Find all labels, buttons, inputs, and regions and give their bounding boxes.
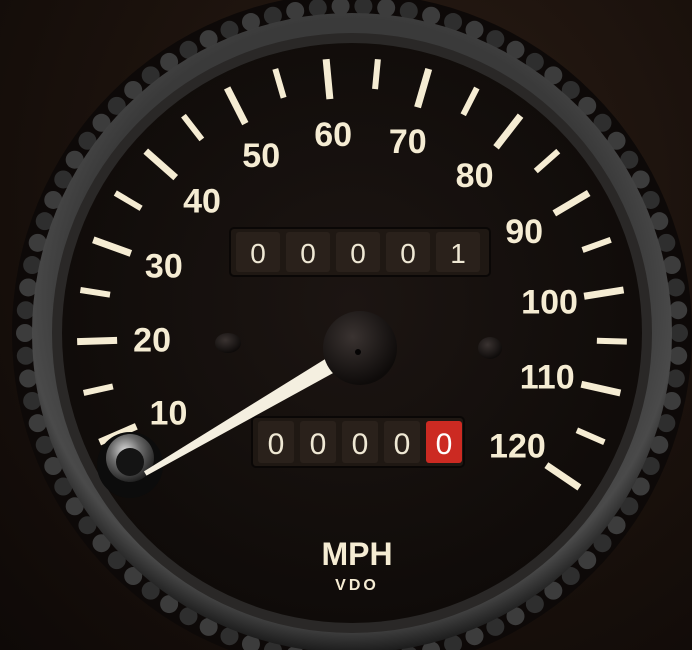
bezel-knurl-bump xyxy=(16,301,35,320)
trip-reset-knob[interactable] xyxy=(97,432,163,498)
brand-label: VDO xyxy=(335,577,379,594)
major-tick xyxy=(322,58,334,100)
screw-right xyxy=(478,337,502,359)
speed-numeral: 10 xyxy=(150,394,188,432)
speed-numeral: 120 xyxy=(489,427,546,465)
digit: 0 xyxy=(352,428,369,461)
digit: 0 xyxy=(250,238,266,269)
digit: 0 xyxy=(310,428,327,461)
bezel-knurl-bump xyxy=(16,324,34,342)
major-tick xyxy=(77,336,118,346)
needle-hub xyxy=(323,311,397,385)
minor-tick xyxy=(596,337,627,345)
trip-meter: 00000 xyxy=(251,416,465,468)
screw-left xyxy=(215,333,241,353)
bezel-knurl-bump xyxy=(669,301,688,320)
speed-numeral: 70 xyxy=(389,123,427,161)
digit: 0 xyxy=(400,238,416,269)
speed-numeral: 40 xyxy=(183,183,221,221)
needle-hub-pin xyxy=(355,349,361,355)
speed-numeral: 90 xyxy=(505,213,543,251)
digit: 0 xyxy=(350,238,366,269)
speedometer-photo: 102030405060 708090100110120 00001 00000 … xyxy=(12,0,692,650)
speed-numeral: 20 xyxy=(133,321,171,359)
digit: 0 xyxy=(436,428,453,461)
speed-numeral: 50 xyxy=(242,137,280,175)
speed-numeral: 100 xyxy=(521,284,578,322)
digit: 1 xyxy=(450,238,466,269)
digit: 0 xyxy=(300,238,316,269)
odometer: 0 0 0 0 1 xyxy=(229,227,491,277)
digit: 0 xyxy=(268,428,285,461)
speed-numeral: 110 xyxy=(520,359,575,397)
bezel-knurl-bump xyxy=(669,346,688,365)
speed-numeral: 30 xyxy=(145,247,183,285)
minor-tick xyxy=(372,58,381,90)
speed-numeral: 80 xyxy=(456,157,494,195)
bezel-knurl-bump xyxy=(16,346,35,365)
speed-numeral: 60 xyxy=(314,116,352,154)
digit: 0 xyxy=(394,428,411,461)
unit-label: MPH xyxy=(321,536,392,572)
bezel-knurl-bump xyxy=(670,324,688,342)
